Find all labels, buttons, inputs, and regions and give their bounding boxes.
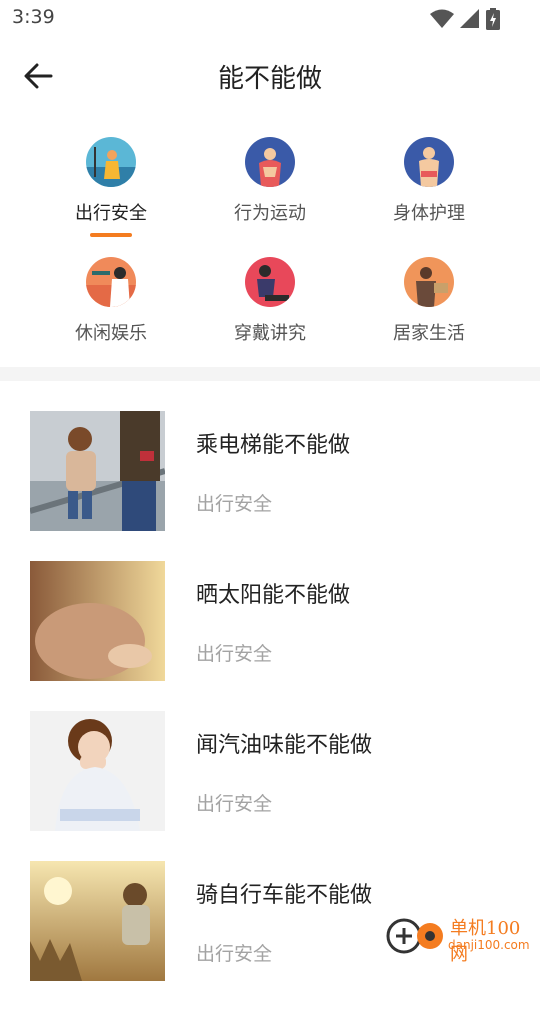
list-item[interactable]: 闻汽油味能不能做 出行安全 <box>0 711 540 861</box>
body-care-icon <box>404 137 454 187</box>
leisure-icon <box>86 257 136 307</box>
logo-icon <box>386 918 443 954</box>
category-leisure[interactable]: 休闲娱乐 <box>41 257 181 345</box>
article-title: 晒太阳能不能做 <box>196 583 351 608</box>
battery-icon <box>486 8 500 30</box>
category-behavior-sports[interactable]: 行为运动 <box>200 137 340 225</box>
dressing-icon <box>245 257 295 307</box>
category-label: 身体护理 <box>393 203 465 224</box>
signal-icon <box>460 9 479 28</box>
wifi-icon <box>430 9 454 28</box>
article-category: 出行安全 <box>196 643 273 665</box>
category-label: 行为运动 <box>234 203 306 224</box>
category-label: 休闲娱乐 <box>75 323 147 344</box>
category-label: 出行安全 <box>75 203 147 224</box>
status-time: 3:39 <box>12 6 55 28</box>
watermark-url: danji100.com <box>448 938 530 952</box>
category-label: 居家生活 <box>393 323 465 344</box>
article-title: 闻汽油味能不能做 <box>196 733 373 758</box>
article-category: 出行安全 <box>196 493 273 515</box>
article-thumbnail <box>30 861 165 981</box>
behavior-sports-icon <box>245 137 295 187</box>
category-travel-safety[interactable]: 出行安全 <box>41 137 181 237</box>
list-item[interactable]: 晒太阳能不能做 出行安全 <box>0 561 540 711</box>
article-thumbnail <box>30 411 165 531</box>
article-category: 出行安全 <box>196 943 273 965</box>
active-tab-indicator <box>90 233 132 237</box>
article-title: 乘电梯能不能做 <box>196 433 351 458</box>
section-divider <box>0 367 540 381</box>
watermark-logo: 单机100网 danji100.com <box>386 914 536 965</box>
category-grid: 出行安全 行为运动 身体护理 休闲娱乐 穿戴讲究 居家生活 <box>0 112 540 367</box>
page-title: 能不能做 <box>217 64 322 94</box>
category-body-care[interactable]: 身体护理 <box>359 137 499 225</box>
category-dressing[interactable]: 穿戴讲究 <box>200 257 340 345</box>
article-thumbnail <box>30 711 165 831</box>
category-home-life[interactable]: 居家生活 <box>359 257 499 345</box>
travel-safety-icon <box>86 137 136 187</box>
list-item[interactable]: 乘电梯能不能做 出行安全 <box>0 411 540 561</box>
category-label: 穿戴讲究 <box>234 323 306 344</box>
top-bar: 能不能做 <box>0 36 540 112</box>
article-thumbnail <box>30 561 165 681</box>
home-life-icon <box>404 257 454 307</box>
status-bar: 3:39 <box>0 0 540 36</box>
article-title: 骑自行车能不能做 <box>196 883 373 908</box>
article-category: 出行安全 <box>196 793 273 815</box>
